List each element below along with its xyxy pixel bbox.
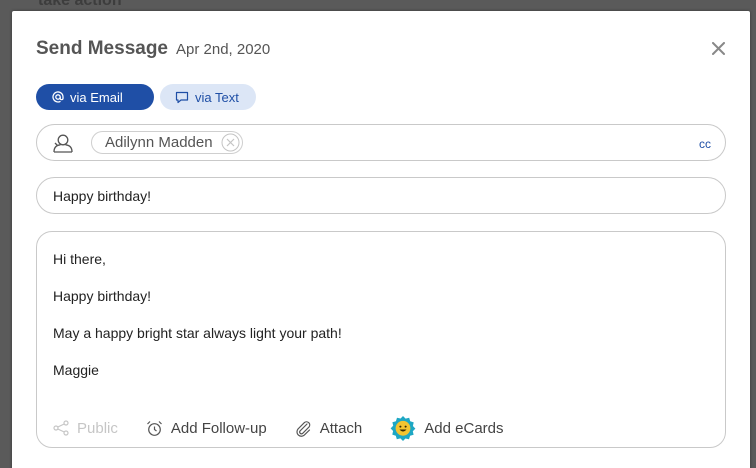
share-icon (53, 420, 69, 436)
add-ecards-label: Add eCards (424, 419, 504, 437)
via-email-label: via Email (70, 89, 123, 105)
add-follow-up-label: Add Follow-up (170, 419, 267, 437)
attach-button[interactable]: Attach (295, 419, 363, 437)
message-line: Maggie (53, 362, 99, 378)
dialog-date: Apr 2nd, 2020 (176, 41, 271, 58)
close-button[interactable] (707, 37, 729, 59)
cc-link[interactable]: cc (699, 137, 711, 151)
add-follow-up-button[interactable]: Add Follow-up (146, 420, 267, 437)
message-body-field[interactable]: Hi there, Happy birthday! May a happy br… (36, 231, 726, 448)
remove-recipient-button[interactable] (221, 133, 240, 152)
message-line: Hi there, (53, 251, 106, 267)
dialog-title: Send Message (36, 38, 168, 59)
send-message-dialog: Send Message Apr 2nd, 2020 via Email via (12, 11, 750, 468)
dialog-header: Send Message Apr 2nd, 2020 (36, 38, 270, 60)
close-icon (711, 41, 725, 55)
message-line: Happy birthday! (53, 288, 152, 304)
subject-field[interactable] (36, 177, 726, 214)
subject-input[interactable] (53, 188, 693, 204)
add-ecards-button[interactable]: Add eCards (390, 415, 504, 441)
attach-label: Attach (319, 419, 363, 437)
message-line: May a happy bright star always light you… (53, 325, 342, 341)
contact-person-icon[interactable] (51, 133, 75, 158)
at-sign-icon (52, 91, 64, 103)
recipient-name: Adilynn Madden (105, 134, 213, 151)
public-label: Public (77, 419, 118, 437)
recipient-chip: Adilynn Madden (91, 131, 243, 154)
via-text-button[interactable]: via Text (160, 84, 256, 110)
remove-circle-icon (221, 133, 240, 152)
smiley-badge-icon (390, 415, 416, 441)
chat-bubble-icon (175, 91, 189, 104)
via-email-button[interactable]: via Email (36, 84, 154, 110)
backdrop-partial-text: take action (38, 0, 122, 9)
channel-toggle: via Email via Text (36, 84, 256, 110)
message-body-text[interactable]: Hi there, Happy birthday! May a happy br… (53, 252, 693, 400)
public-toggle[interactable]: Public (53, 420, 118, 437)
alarm-clock-icon (146, 420, 163, 437)
paperclip-icon (295, 420, 312, 437)
recipients-field[interactable]: Adilynn Madden cc (36, 124, 726, 161)
via-text-label: via Text (195, 89, 239, 105)
message-toolbar: Public Add Follow-up Attach Add eCards (53, 415, 532, 441)
